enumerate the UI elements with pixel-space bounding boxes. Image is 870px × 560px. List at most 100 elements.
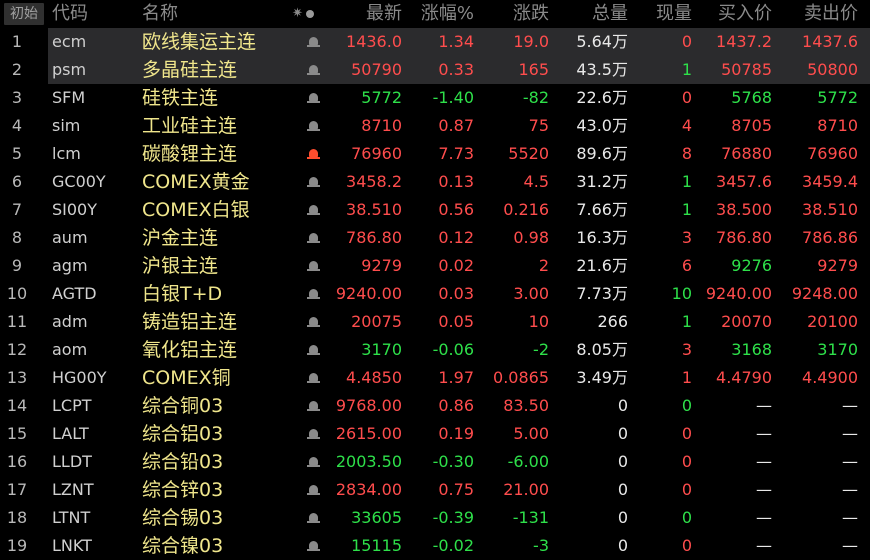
bid-price: 3457.6 xyxy=(716,172,772,191)
change-amount: 165 xyxy=(518,60,549,79)
table-row[interactable]: 5 lcm 碳酸锂主连 76960 7.73 5520 89.6万 8 76880 76960 xyxy=(0,140,870,168)
symbol-name: 工业硅主连 xyxy=(142,115,238,137)
symbol-name: 白银T+D xyxy=(142,283,223,305)
bid-price: — xyxy=(756,452,772,471)
bid-price: 50785 xyxy=(721,60,772,79)
change-amount: -82 xyxy=(522,88,549,107)
change-percent: 0.56 xyxy=(438,200,474,219)
total-volume: 3.49万 xyxy=(576,368,628,387)
symbol-code: SFM xyxy=(52,88,86,107)
symbol-code: ecm xyxy=(52,32,87,51)
sort-toggle[interactable]: ✷ xyxy=(292,0,314,28)
table-row[interactable]: 8 aum 沪金主连 786.80 0.12 0.98 16.3万 3 786.80 786.86 xyxy=(0,224,870,252)
header-last[interactable]: 最新 xyxy=(366,0,402,28)
table-row[interactable]: 19 LNKT 综合镍03 15115 -0.02 -3 0 0 — — xyxy=(0,532,870,560)
table-row[interactable]: 7 SI00Y COMEX白银 38.510 0.56 0.216 7.66万 1 38.500… xyxy=(0,196,870,224)
symbol-name: COMEX白银 xyxy=(142,199,250,221)
sort-star-icon: ✷ xyxy=(292,6,303,21)
row-index: 4 xyxy=(11,116,23,135)
bid-price: 5768 xyxy=(731,88,772,107)
ask-price: 20100 xyxy=(807,312,858,331)
total-volume: 8.05万 xyxy=(576,340,628,359)
total-volume: 21.6万 xyxy=(576,256,628,275)
alert-bell-icon[interactable] xyxy=(306,485,320,496)
ask-price: 9248.00 xyxy=(791,284,858,303)
change-amount: 3.00 xyxy=(513,284,549,303)
table-row[interactable]: 13 HG00Y COMEX铜 4.4850 1.97 0.0865 3.49万 1 4.479… xyxy=(0,364,870,392)
header-chg[interactable]: 涨跌 xyxy=(513,0,549,28)
table-row[interactable]: 1 ecm 欧线集运主连 1436.0 1.34 19.0 5.64万 0 1437.2 1437… xyxy=(0,28,870,56)
change-amount: 0.98 xyxy=(513,228,549,247)
header-current[interactable]: 现量 xyxy=(656,0,692,28)
symbol-name: 综合锡03 xyxy=(142,507,224,529)
ask-price: — xyxy=(842,424,858,443)
alert-bell-icon[interactable] xyxy=(306,373,320,384)
alert-bell-icon[interactable] xyxy=(306,37,320,48)
table-row[interactable]: 18 LTNT 综合锡03 33605 -0.39 -131 0 0 — — xyxy=(0,504,870,532)
change-amount: 75 xyxy=(528,116,549,135)
change-amount: 0.0865 xyxy=(493,368,549,387)
table-row[interactable]: 2 psm 多晶硅主连 50790 0.33 165 43.5万 1 50785 50800 xyxy=(0,56,870,84)
alert-bell-icon[interactable] xyxy=(306,177,320,188)
bid-price: 786.80 xyxy=(716,228,772,247)
header-volume[interactable]: 总量 xyxy=(592,0,628,28)
table-row[interactable]: 6 GC00Y COMEX黄金 3458.2 0.13 4.5 31.2万 1 3457.6 34… xyxy=(0,168,870,196)
alert-bell-icon[interactable] xyxy=(306,317,320,328)
last-price: 786.80 xyxy=(346,228,402,247)
alert-bell-active-icon[interactable] xyxy=(306,149,320,160)
alert-bell-icon[interactable] xyxy=(306,345,320,356)
table-row[interactable]: 9 agm 沪银主连 9279 0.02 2 21.6万 6 9276 9279 xyxy=(0,252,870,280)
row-index: 17 xyxy=(6,480,28,499)
change-amount: 21.00 xyxy=(503,480,549,499)
total-volume: 0 xyxy=(617,508,628,527)
symbol-code: sim xyxy=(52,116,81,135)
alert-bell-icon[interactable] xyxy=(306,205,320,216)
total-volume: 43.5万 xyxy=(576,60,628,79)
table-row[interactable]: 12 aom 氧化铝主连 3170 -0.06 -2 8.05万 3 3168 3170 xyxy=(0,336,870,364)
table-row[interactable]: 14 LCPT 综合铜03 9768.00 0.86 83.50 0 0 — — xyxy=(0,392,870,420)
alert-bell-icon[interactable] xyxy=(306,541,320,552)
row-index: 9 xyxy=(11,256,23,275)
symbol-name: 综合铅03 xyxy=(142,451,224,473)
change-amount: 10 xyxy=(528,312,549,331)
header-ask[interactable]: 卖出价 xyxy=(804,0,858,28)
header-name[interactable]: 名称 xyxy=(142,0,178,28)
header-code[interactable]: 代码 xyxy=(52,0,88,28)
change-percent: 0.19 xyxy=(438,424,474,443)
alert-bell-icon[interactable] xyxy=(306,233,320,244)
table-row[interactable]: 3 SFM 硅铁主连 5772 -1.40 -82 22.6万 0 5768 5772 xyxy=(0,84,870,112)
symbol-code: LCPT xyxy=(52,396,92,415)
table-row[interactable]: 4 sim 工业硅主连 8710 0.87 75 43.0万 4 8705 8710 xyxy=(0,112,870,140)
table-row[interactable]: 10 AGTD 白银T+D 9240.00 0.03 3.00 7.73万 10 9240.00… xyxy=(0,280,870,308)
bid-price: 4.4790 xyxy=(716,368,772,387)
change-percent: 7.73 xyxy=(438,144,474,163)
alert-bell-icon[interactable] xyxy=(306,93,320,104)
header-bid[interactable]: 买入价 xyxy=(718,0,772,28)
table-row[interactable]: 16 LLDT 综合铅03 2003.50 -0.30 -6.00 0 0 — — xyxy=(0,448,870,476)
table-row[interactable]: 17 LZNT 综合锌03 2834.00 0.75 21.00 0 0 — — xyxy=(0,476,870,504)
alert-bell-icon[interactable] xyxy=(306,429,320,440)
initial-sort-button[interactable]: 初始 xyxy=(4,3,44,25)
header-pct[interactable]: 涨幅% xyxy=(421,0,474,28)
sort-dot-icon xyxy=(305,9,314,18)
symbol-code: LTNT xyxy=(52,508,91,527)
change-amount: -6.00 xyxy=(507,452,549,471)
alert-bell-icon[interactable] xyxy=(306,261,320,272)
ask-price: — xyxy=(842,508,858,527)
bid-price: — xyxy=(756,396,772,415)
ask-price: 3459.4 xyxy=(802,172,858,191)
alert-bell-icon[interactable] xyxy=(306,65,320,76)
table-row[interactable]: 15 LALT 综合铝03 2615.00 0.19 5.00 0 0 — — xyxy=(0,420,870,448)
alert-bell-icon[interactable] xyxy=(306,289,320,300)
alert-bell-icon[interactable] xyxy=(306,457,320,468)
alert-bell-icon[interactable] xyxy=(306,121,320,132)
current-volume: 1 xyxy=(681,368,692,387)
table-row[interactable]: 11 adm 铸造铝主连 20075 0.05 10 266 1 20070 20100 xyxy=(0,308,870,336)
alert-bell-icon[interactable] xyxy=(306,401,320,412)
symbol-code: aum xyxy=(52,228,88,247)
row-index: 3 xyxy=(11,88,23,107)
alert-bell-icon[interactable] xyxy=(306,513,320,524)
ask-price: 38.510 xyxy=(802,200,858,219)
current-volume: 0 xyxy=(681,508,692,527)
row-index: 8 xyxy=(11,228,23,247)
